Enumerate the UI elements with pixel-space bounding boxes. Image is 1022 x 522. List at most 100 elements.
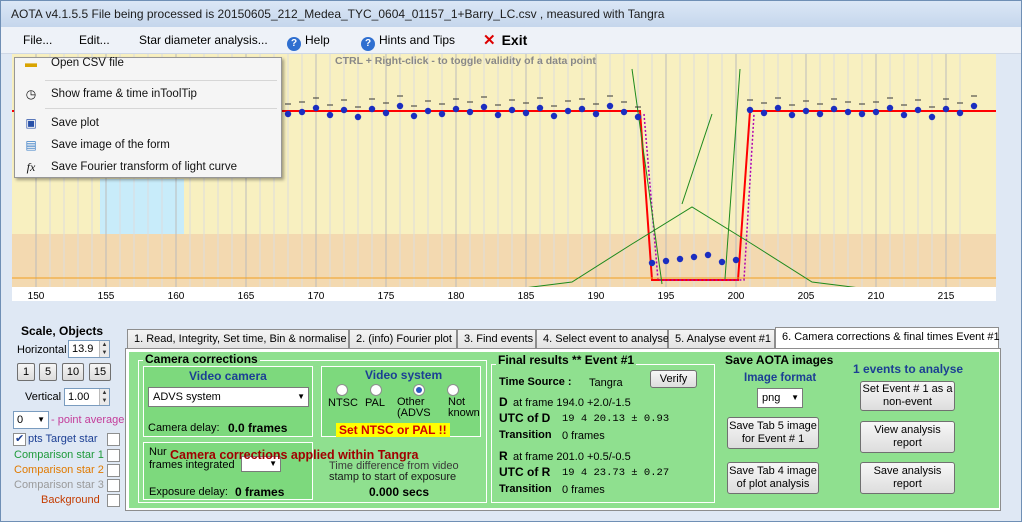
save-report-button[interactable]: Save analysis report bbox=[860, 462, 955, 494]
comparison-star-1-label: Comparison star 1 bbox=[14, 449, 104, 461]
not-known-label: Not known bbox=[448, 396, 480, 419]
view-report-button[interactable]: View analysis report bbox=[860, 421, 955, 453]
x-tick-label: 155 bbox=[98, 291, 115, 301]
utc-d-value: 19 4 20.13 ± 0.93 bbox=[562, 413, 670, 425]
point-average-select[interactable]: 0 ▼ bbox=[13, 411, 49, 429]
menu-hints[interactable]: ? Hints and Tips bbox=[361, 27, 455, 54]
horizontal-scale-input[interactable]: 13.9 ▲ ▼ bbox=[68, 340, 110, 358]
tab-select-event[interactable]: 4. Select event to analyse bbox=[536, 329, 669, 349]
utc-d-label: UTC of D bbox=[499, 411, 551, 425]
data-point bbox=[788, 111, 796, 119]
x-tick-label: 180 bbox=[448, 291, 465, 301]
data-point bbox=[494, 111, 502, 119]
menu-exit-label: Exit bbox=[501, 32, 528, 48]
radio-pal[interactable] bbox=[370, 384, 382, 396]
tab-camera-corrections[interactable]: 6. Camera corrections & final times Even… bbox=[775, 327, 1000, 349]
tab-fourier[interactable]: 2. (info) Fourier plot bbox=[349, 329, 457, 349]
menu-hints-label: Hints and Tips bbox=[379, 33, 456, 47]
data-point bbox=[592, 110, 600, 118]
data-point bbox=[942, 105, 950, 113]
image-format-select[interactable]: png ▼ bbox=[757, 388, 803, 408]
data-point bbox=[690, 253, 698, 261]
data-point bbox=[578, 105, 586, 113]
camera-select[interactable]: ADVS system ▼ bbox=[148, 387, 309, 407]
transition-d-value: 0 frames bbox=[562, 430, 605, 442]
save-tab5-image-button[interactable]: Save Tab 5 image for Event # 1 bbox=[727, 417, 819, 449]
camera-band bbox=[100, 179, 184, 234]
tab-find-events[interactable]: 3. Find events bbox=[457, 329, 536, 349]
scale-5-button[interactable]: 5 bbox=[39, 363, 57, 381]
background-checkbox[interactable] bbox=[107, 494, 120, 507]
menu-divider bbox=[45, 80, 277, 81]
target-star-checkbox-2[interactable] bbox=[107, 433, 120, 446]
menu-star-diameter[interactable]: Star diameter analysis... bbox=[139, 27, 268, 54]
time-source-label: Time Source : bbox=[499, 376, 572, 388]
tab-read-integrity[interactable]: 1. Read, Integrity, Set time, Bin & norm… bbox=[127, 329, 349, 349]
cm-label: Save Fourier transform of light curve bbox=[51, 161, 237, 173]
spin-arrows-icon[interactable]: ▲ ▼ bbox=[99, 341, 109, 357]
vertical-scale-input[interactable]: 1.00 ▲ ▼ bbox=[64, 388, 110, 406]
comparison-star-2-checkbox[interactable] bbox=[107, 464, 120, 477]
scale-1-button[interactable]: 1 bbox=[17, 363, 35, 381]
target-star-checkbox[interactable] bbox=[13, 432, 26, 446]
menu-help-label: Help bbox=[305, 33, 330, 47]
data-point bbox=[466, 108, 474, 116]
comparison-star-1-checkbox[interactable] bbox=[107, 449, 120, 462]
function-fx-icon: fx bbox=[26, 160, 36, 174]
cm-save-fourier[interactable]: fx Save Fourier transform of light curve bbox=[15, 156, 281, 178]
spin-arrows-icon[interactable]: ▲ ▼ bbox=[99, 389, 109, 405]
menu-file[interactable]: File... bbox=[23, 27, 52, 54]
menu-exit[interactable]: ✕ Exit bbox=[483, 27, 527, 54]
data-point bbox=[914, 106, 922, 114]
folder-open-icon: ▬ bbox=[25, 56, 37, 70]
transition-r-label: Transition bbox=[499, 483, 552, 495]
camera-corrections-title: Camera corrections bbox=[143, 352, 260, 366]
image-icon: ▤ bbox=[25, 138, 37, 152]
cm-show-frame[interactable]: ◷ Show frame & time inToolTip bbox=[15, 83, 281, 105]
data-point bbox=[662, 257, 670, 265]
scale-15-button[interactable]: 15 bbox=[89, 363, 111, 381]
comparison-star-3-checkbox[interactable] bbox=[107, 479, 120, 492]
time-source-value: Tangra bbox=[589, 377, 623, 389]
data-point bbox=[396, 102, 404, 110]
set-nonevent-button[interactable]: Set Event # 1 as a non-event bbox=[860, 381, 955, 411]
d-frame: at frame 194.0 +2.0/-1.5 bbox=[513, 397, 631, 409]
x-axis-strip bbox=[12, 287, 996, 301]
verify-button[interactable]: Verify bbox=[650, 370, 697, 388]
data-point bbox=[900, 111, 908, 119]
cm-save-plot[interactable]: ▣ Save plot bbox=[15, 112, 281, 134]
cm-open-csv[interactable]: ▬ Open CSV file bbox=[15, 52, 281, 74]
radio-not-known[interactable] bbox=[447, 384, 459, 396]
save-tab4-image-button[interactable]: Save Tab 4 image of plot analysis bbox=[727, 462, 819, 494]
scale-10-button[interactable]: 10 bbox=[62, 363, 84, 381]
tab-analyse-event[interactable]: 5. Analyse event #1 bbox=[668, 329, 775, 349]
save-images-title: Save AOTA images bbox=[725, 353, 834, 367]
menu-edit[interactable]: Edit... bbox=[79, 27, 110, 54]
background-label: Background bbox=[41, 494, 100, 506]
data-point bbox=[340, 106, 348, 114]
cm-label: Save plot bbox=[51, 117, 99, 129]
x-tick-label: 160 bbox=[168, 291, 185, 301]
radio-other[interactable] bbox=[413, 384, 425, 396]
r-frame: at frame 201.0 +0.5/-0.5 bbox=[513, 451, 631, 463]
radio-ntsc[interactable] bbox=[336, 384, 348, 396]
left-panel: Scale, Objects Horizontal 13.9 ▲ ▼ 1 5 10 … bbox=[1, 321, 125, 521]
exposure-delay-value: 0 frames bbox=[235, 485, 285, 499]
cm-label: Show frame & time inToolTip bbox=[51, 88, 197, 100]
time-diff-value: 0.000 secs bbox=[369, 485, 430, 499]
menu-help[interactable]: ? Help bbox=[287, 27, 330, 54]
title-bar: AOTA v4.1.5.5 File being processed is 20… bbox=[1, 1, 1021, 27]
point-average-label: - point average bbox=[51, 414, 125, 426]
data-point bbox=[298, 108, 306, 116]
cm-save-image[interactable]: ▤ Save image of the form bbox=[15, 134, 281, 156]
cm-label: Save image of the form bbox=[51, 139, 170, 151]
data-point bbox=[564, 107, 572, 115]
data-point bbox=[956, 109, 964, 117]
clock-icon: ◷ bbox=[25, 87, 37, 101]
help-icon: ? bbox=[287, 37, 301, 51]
data-point bbox=[746, 106, 754, 114]
data-point bbox=[844, 108, 852, 116]
camera-value: ADVS system bbox=[153, 391, 221, 403]
data-point bbox=[886, 104, 894, 112]
transition-d-label: Transition bbox=[499, 429, 552, 441]
